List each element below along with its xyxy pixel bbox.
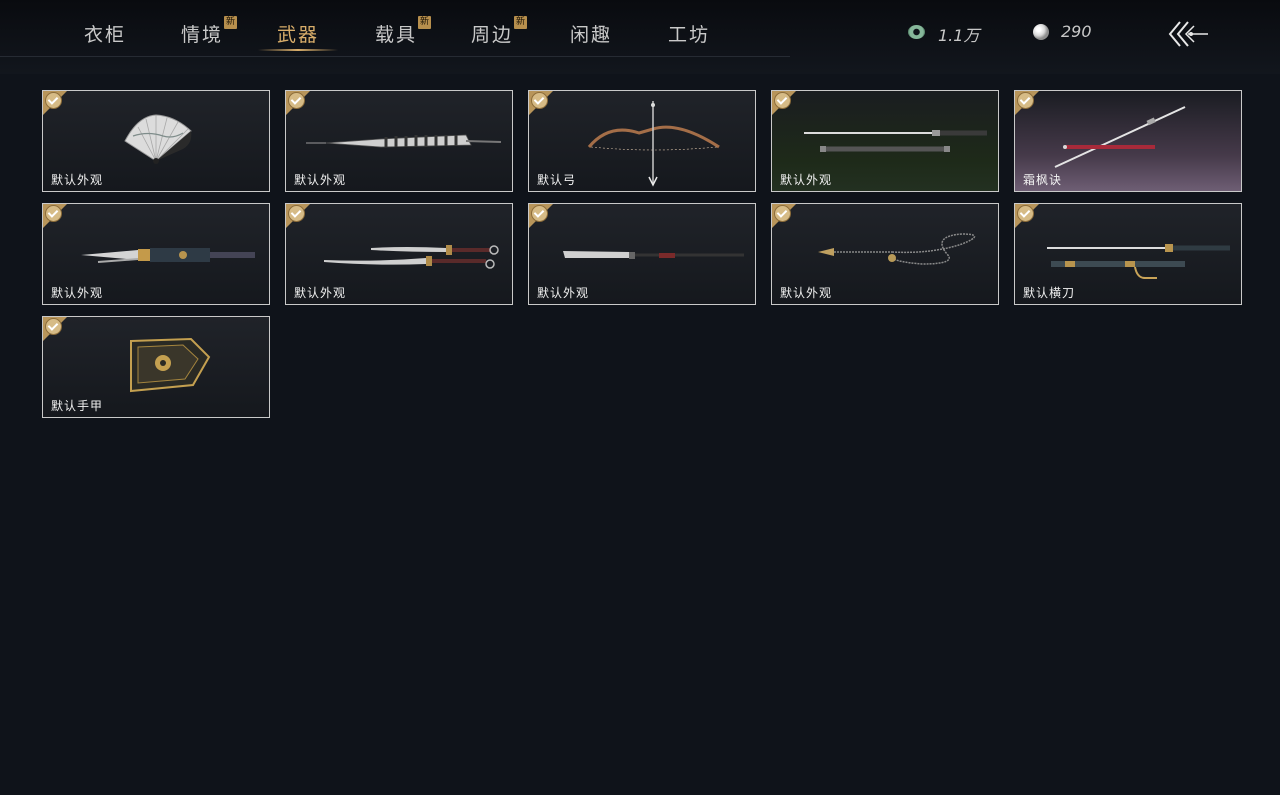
check-icon xyxy=(1017,92,1034,109)
weapon-card-hengdao[interactable]: 默认横刀 xyxy=(1014,203,1242,305)
item-label: 默认外观 xyxy=(537,286,590,300)
check-icon xyxy=(45,205,62,222)
weapon-card-frost-maple[interactable]: 霜枫诀 xyxy=(1014,90,1242,192)
weapon-card-twin-sabres[interactable]: 默认外观 xyxy=(285,203,513,305)
tab-label: 武器 xyxy=(277,24,320,46)
category-tabs: 衣柜 情境 新 武器 载具 新 周边 新 闲趣 工坊 xyxy=(0,0,790,57)
weapon-card-glaive[interactable]: 默认外观 xyxy=(528,203,756,305)
item-label: 默认外观 xyxy=(780,286,833,300)
item-label: 默认外观 xyxy=(294,173,347,187)
pearl-icon xyxy=(1033,24,1049,40)
item-label: 默认横刀 xyxy=(1023,286,1076,300)
tab-wardrobe[interactable]: 衣柜 xyxy=(84,20,126,47)
tab-label: 闲趣 xyxy=(570,24,613,46)
item-label: 默认外观 xyxy=(780,173,833,187)
check-icon xyxy=(531,205,548,222)
top-bar: 衣柜 情境 新 武器 载具 新 周边 新 闲趣 工坊 1.1万 290 xyxy=(0,0,1280,74)
check-icon xyxy=(288,92,305,109)
tab-scene[interactable]: 情境 新 xyxy=(181,16,238,47)
back-arrow-icon xyxy=(1168,21,1208,47)
new-badge: 新 xyxy=(224,16,238,29)
item-label: 默认手甲 xyxy=(51,399,104,413)
item-label: 霜枫诀 xyxy=(1023,173,1063,187)
tab-label: 情境 xyxy=(181,24,224,46)
check-icon xyxy=(531,92,548,109)
tab-workshop[interactable]: 工坊 xyxy=(668,20,710,47)
check-icon xyxy=(774,92,791,109)
weapon-card-fan[interactable]: 默认外观 xyxy=(42,90,270,192)
pearl-balance: 290 xyxy=(1061,22,1092,41)
jade-coin-icon xyxy=(908,25,925,39)
tab-leisure[interactable]: 闲趣 xyxy=(570,20,612,47)
check-icon xyxy=(1017,205,1034,222)
check-icon xyxy=(774,205,791,222)
item-label: 默认外观 xyxy=(51,286,104,300)
active-tab-underline xyxy=(258,49,338,51)
tab-weapons[interactable]: 武器 xyxy=(277,20,319,47)
weapon-card-ornate-blade[interactable]: 默认外观 xyxy=(42,203,270,305)
item-label: 默认外观 xyxy=(51,173,104,187)
tab-label: 衣柜 xyxy=(84,24,127,46)
check-icon xyxy=(45,318,62,335)
item-label: 默认外观 xyxy=(294,286,347,300)
tab-label: 工坊 xyxy=(668,24,711,46)
tab-vehicles[interactable]: 载具 新 xyxy=(375,16,432,47)
tab-label: 载具 xyxy=(375,24,418,46)
new-badge: 新 xyxy=(514,16,528,29)
weapon-card-bow[interactable]: 默认弓 xyxy=(528,90,756,192)
weapon-card-rope-dart[interactable]: 默认外观 xyxy=(771,203,999,305)
weapon-card-gauntlet[interactable]: 默认手甲 xyxy=(42,316,270,418)
coin-balance: 1.1万 xyxy=(938,26,980,45)
back-button[interactable] xyxy=(1166,18,1212,50)
weapon-card-twin-swords[interactable]: 默认外观 xyxy=(771,90,999,192)
new-badge: 新 xyxy=(418,16,432,29)
check-icon xyxy=(45,92,62,109)
tab-label: 周边 xyxy=(471,24,514,46)
check-icon xyxy=(288,205,305,222)
tab-peripherals[interactable]: 周边 新 xyxy=(471,16,528,47)
item-label: 默认弓 xyxy=(537,173,577,187)
weapon-card-umbrella[interactable]: 默认外观 xyxy=(285,90,513,192)
